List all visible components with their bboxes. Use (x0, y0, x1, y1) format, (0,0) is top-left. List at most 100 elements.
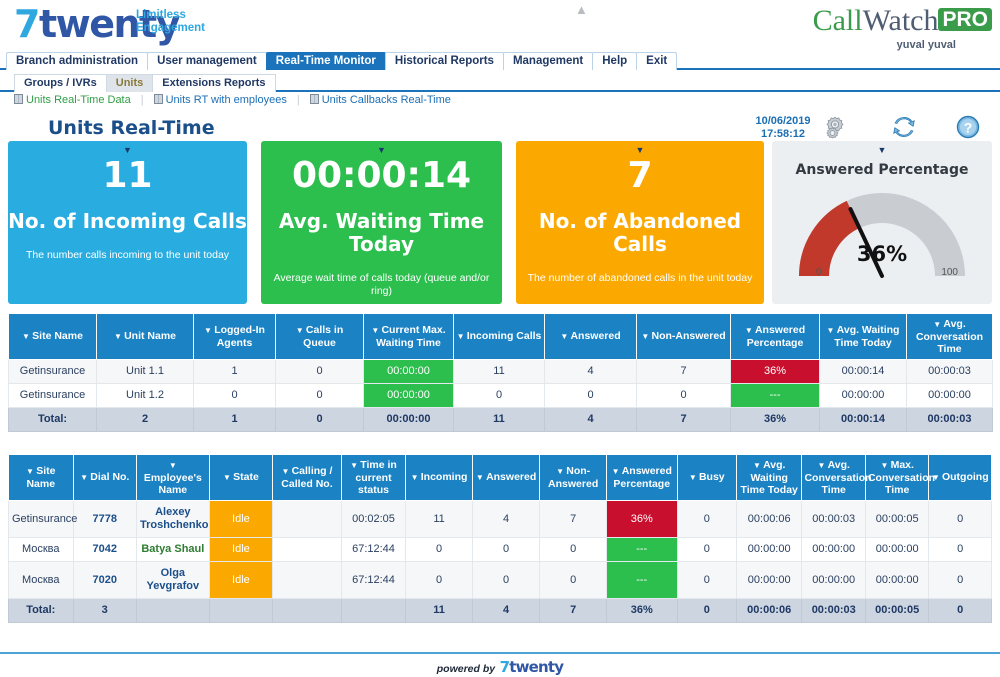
kpi-card-answered-percentage-gauge[interactable]: ▼ Answered Percentage 36% 0 100 (772, 141, 992, 304)
sort-caret-icon[interactable]: ▼ (933, 320, 943, 329)
report-link-units-callbacks-real-time[interactable]: Units Callbacks Real-Time (310, 94, 451, 106)
units-col-site-name[interactable]: ▼ Site Name (9, 314, 97, 360)
sort-caret-icon[interactable]: ▼ (26, 467, 36, 476)
total-cell-1: 2 (97, 408, 194, 432)
employees-header-row: ▼ Site Name▼ Dial No.▼ Employee's Name▼ … (9, 455, 992, 501)
sort-caret-icon[interactable]: ▼ (745, 326, 755, 335)
sort-caret-icon[interactable]: ▼ (556, 467, 566, 476)
tab-help[interactable]: Help (592, 52, 637, 70)
employees-col-outgoing[interactable]: ▼ Outgoing (929, 455, 992, 501)
total-cell-11: 00:00:06 (736, 599, 802, 623)
tab-management[interactable]: Management (503, 52, 593, 70)
chevron-up-icon[interactable]: ▲​ (575, 2, 588, 17)
sort-caret-icon[interactable]: ▼ (296, 326, 306, 335)
table-row[interactable]: GetinsuranceUnit 1.11000:00:00114736%00:… (9, 360, 993, 384)
sort-caret-icon[interactable]: ▼ (204, 326, 214, 335)
employees-col-employee-s-name[interactable]: ▼ Employee's Name (136, 455, 209, 501)
cell-incoming: 11 (406, 501, 473, 538)
employees-col-time-in-current-status[interactable]: ▼ Time in current status (341, 455, 406, 501)
tab-exit[interactable]: Exit (636, 52, 677, 70)
card-collapse-caret-icon[interactable]: ▼ (261, 146, 502, 154)
units-col-logged-in-agents[interactable]: ▼ Logged-In Agents (194, 314, 276, 360)
table-row[interactable]: Москва7020Olga YevgrafovIdle67:12:44000-… (9, 562, 992, 599)
sort-caret-icon[interactable]: ▼ (641, 332, 651, 341)
sort-caret-icon[interactable]: ▼ (80, 473, 90, 482)
employees-col-calling-called-no[interactable]: ▼ Calling / Called No. (273, 455, 342, 501)
employees-col-max-conversation-time[interactable]: ▼ Max. Conversation Time (865, 455, 928, 501)
help-icon[interactable]: ? (955, 114, 981, 140)
table-row[interactable]: GetinsuranceUnit 1.20000:00:00000---00:0… (9, 384, 993, 408)
units-col-answered[interactable]: ▼ Answered (545, 314, 637, 360)
sort-caret-icon[interactable]: ▼ (281, 467, 291, 476)
cell-answered-percentage: --- (606, 538, 677, 562)
kpi-title-abandoned: No. of Abandoned Calls (516, 210, 764, 256)
units-col-non-answered[interactable]: ▼ Non-Answered (637, 314, 731, 360)
sort-caret-icon[interactable]: ▼ (371, 326, 381, 335)
units-col-calls-in-queue[interactable]: ▼ Calls in Queue (276, 314, 364, 360)
total-cell-3 (209, 599, 272, 623)
refresh-icon[interactable] (891, 114, 917, 140)
employees-col-state[interactable]: ▼ State (209, 455, 272, 501)
units-col-current-max-waiting-time[interactable]: ▼ Current Max. Waiting Time (364, 314, 454, 360)
sort-caret-icon[interactable]: ▼ (560, 332, 570, 341)
total-cell-1: 3 (73, 599, 136, 623)
units-col-answered-percentage[interactable]: ▼ Answered Percentage (731, 314, 820, 360)
column-header-label: Answered Percentage (613, 465, 671, 490)
tab-branch-administration[interactable]: Branch administration (6, 52, 148, 70)
employees-col-non-answered[interactable]: ▼ Non-Answered (540, 455, 607, 501)
tab-real-time-monitor[interactable]: Real-Time Monitor (266, 52, 386, 70)
main-navigation-tabs: Branch administrationUser managementReal… (0, 52, 1000, 70)
units-col-avg-conversation-time[interactable]: ▼ Avg. Conversation Time (907, 314, 993, 360)
subtab-extensions-reports[interactable]: Extensions Reports (152, 74, 275, 92)
sort-caret-icon[interactable]: ▼ (476, 473, 486, 482)
sort-caret-icon[interactable]: ▼ (411, 473, 421, 482)
column-header-label: Logged-In Agents (214, 324, 265, 349)
sort-caret-icon[interactable]: ▼ (612, 467, 622, 476)
cell-site-name: Москва (9, 562, 74, 599)
column-header-label: Current Max. Waiting Time (376, 324, 446, 349)
table-row[interactable]: Москва7042Batya ShaulIdle67:12:44000---0… (9, 538, 992, 562)
kpi-card-avg-waiting-time[interactable]: ▼ 00:00:14 Avg. Waiting Time Today Avera… (261, 141, 502, 304)
gear-icon[interactable] (822, 114, 848, 140)
employees-col-avg-conversation-time[interactable]: ▼ Avg. Conversation Time (802, 455, 865, 501)
sort-caret-icon[interactable]: ▼ (827, 326, 837, 335)
subtab-units[interactable]: Units (106, 74, 154, 92)
employees-col-answered-percentage[interactable]: ▼ Answered Percentage (606, 455, 677, 501)
total-cell-0: Total: (9, 408, 97, 432)
card-collapse-caret-icon[interactable]: ▼ (772, 141, 992, 154)
sort-caret-icon[interactable]: ▼ (223, 473, 233, 482)
tab-user-management[interactable]: User management (147, 52, 267, 70)
sort-caret-icon[interactable]: ▼ (169, 461, 177, 470)
sort-caret-icon[interactable]: ▼ (932, 473, 942, 482)
sort-caret-icon[interactable]: ▼ (22, 332, 32, 341)
sort-caret-icon[interactable]: ▼ (350, 461, 360, 470)
tab-historical-reports[interactable]: Historical Reports (385, 52, 504, 70)
employees-col-answered[interactable]: ▼ Answered (472, 455, 540, 501)
cell-avg-waiting-time-today: 00:00:00 (736, 538, 802, 562)
units-col-unit-name[interactable]: ▼ Unit Name (97, 314, 194, 360)
kpi-card-abandoned-calls[interactable]: ▼ 7 No. of Abandoned Calls The number of… (516, 141, 764, 304)
units-col-incoming-calls[interactable]: ▼ Incoming Calls (454, 314, 545, 360)
sort-caret-icon[interactable]: ▼ (880, 461, 890, 470)
employees-col-busy[interactable]: ▼ Busy (677, 455, 736, 501)
employees-col-incoming[interactable]: ▼ Incoming (406, 455, 473, 501)
sort-caret-icon[interactable]: ▼ (817, 461, 827, 470)
sort-caret-icon[interactable]: ▼ (689, 473, 699, 482)
subtab-groups-ivrs[interactable]: Groups / IVRs (14, 74, 107, 92)
card-collapse-caret-icon[interactable]: ▼ (8, 146, 247, 154)
sort-caret-icon[interactable]: ▼ (753, 461, 763, 470)
report-links-bar: Units Real-Time Data|Units RT with emplo… (0, 92, 1000, 110)
sort-caret-icon[interactable]: ▼ (114, 332, 124, 341)
report-link-units-rt-with-employees[interactable]: Units RT with employees (154, 94, 287, 106)
employees-col-dial-no[interactable]: ▼ Dial No. (73, 455, 136, 501)
sort-caret-icon[interactable]: ▼ (457, 332, 467, 341)
cell-avg-conversation-time: 00:00:00 (802, 538, 865, 562)
report-link-units-real-time-data[interactable]: Units Real-Time Data (14, 94, 131, 106)
employees-col-site-name[interactable]: ▼ Site Name (9, 455, 74, 501)
kpi-card-incoming-calls[interactable]: ▼ 11 No. of Incoming Calls The number ca… (8, 141, 247, 304)
employees-col-avg-waiting-time-today[interactable]: ▼ Avg. Waiting Time Today (736, 455, 802, 501)
card-collapse-caret-icon[interactable]: ▼ (516, 146, 764, 154)
report-link-label: Units Callbacks Real-Time (322, 94, 451, 106)
table-row[interactable]: Getinsurance7778Alexey TroshchenkoIdle00… (9, 501, 992, 538)
units-col-avg-waiting-time-today[interactable]: ▼ Avg. Waiting Time Today (820, 314, 907, 360)
